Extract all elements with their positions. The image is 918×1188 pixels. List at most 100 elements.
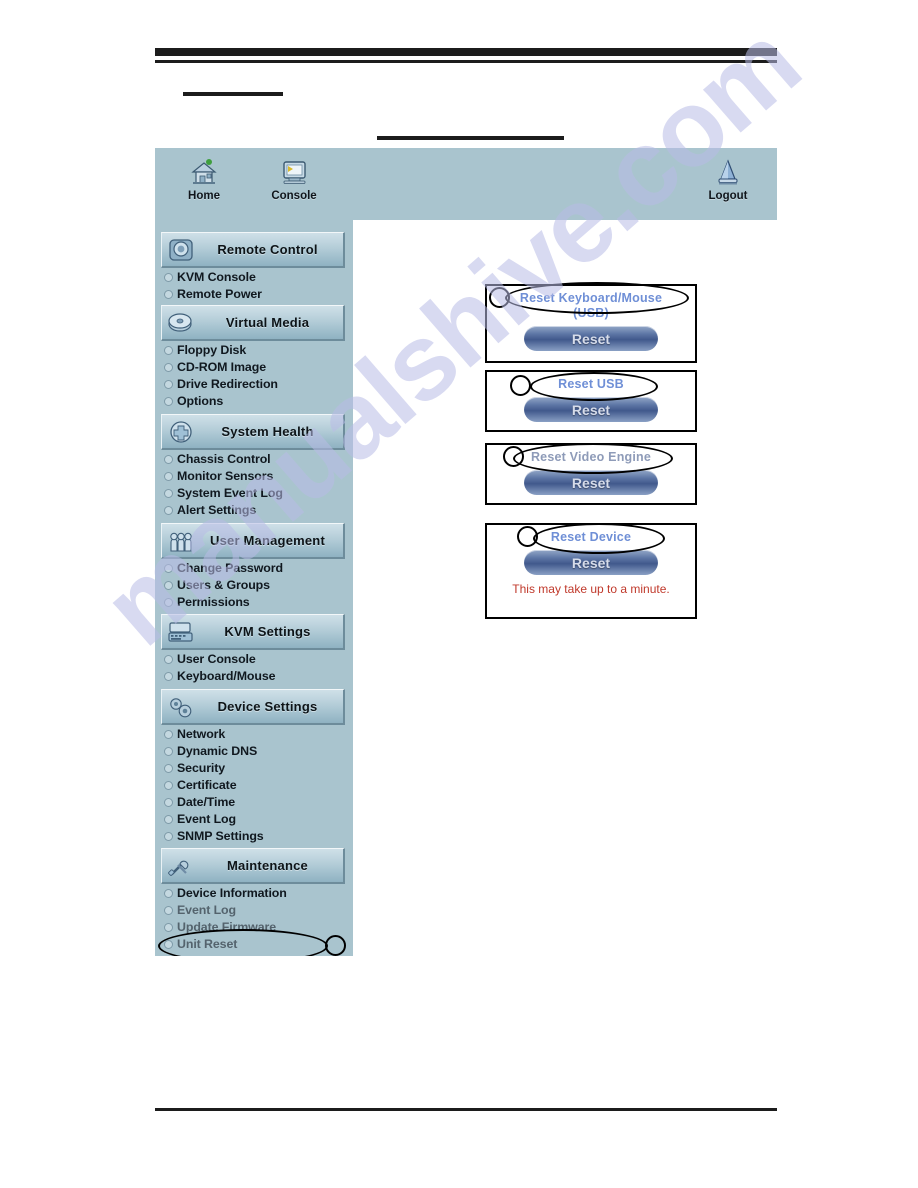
nav-header-label: Maintenance bbox=[227, 858, 308, 873]
sidebar-item-label: Update Firmware bbox=[177, 919, 277, 934]
nav-group-kvm-settings: KVM Settings User Console Keyboard/Mouse bbox=[161, 614, 345, 684]
sidebar-item-certificate[interactable]: Certificate bbox=[161, 776, 345, 793]
kvm-settings-keyboard-icon bbox=[164, 618, 198, 646]
nav-header-virtual-media[interactable]: Virtual Media bbox=[161, 305, 345, 341]
nav-header-system-health[interactable]: System Health bbox=[161, 414, 345, 450]
sidebar-item-event-log-maintenance[interactable]: Event Log bbox=[161, 901, 345, 918]
nav-header-device-settings[interactable]: Device Settings bbox=[161, 689, 345, 725]
sidebar-item-label: Permissions bbox=[177, 594, 250, 609]
sidebar-item-chassis-control[interactable]: Chassis Control bbox=[161, 450, 345, 467]
nav-header-label: Remote Control bbox=[217, 242, 318, 257]
sidebar-item-label: Alert Settings bbox=[177, 502, 257, 517]
sidebar-item-label: Date/Time bbox=[177, 794, 236, 809]
kvm-web-ui-screenshot: Home Console Logout Remote Control KVM C… bbox=[155, 148, 777, 956]
sidebar-item-user-console[interactable]: User Console bbox=[161, 650, 345, 667]
nav-group-device-settings: Device Settings Network Dynamic DNS Secu… bbox=[161, 689, 345, 844]
sidebar-item-unit-reset[interactable]: Unit Reset bbox=[161, 935, 345, 952]
sidebar-item-label: Drive Redirection bbox=[177, 376, 278, 391]
sidebar-item-security[interactable]: Security bbox=[161, 759, 345, 776]
sidebar-item-label: Dynamic DNS bbox=[177, 743, 258, 758]
maintenance-tools-icon bbox=[164, 852, 198, 880]
reset-panel-title: Reset Keyboard/Mouse (USB) bbox=[487, 286, 695, 321]
sidebar-item-date-time[interactable]: Date/Time bbox=[161, 793, 345, 810]
toolbar-label-console: Console bbox=[271, 190, 317, 202]
sidebar-item-label: Floppy Disk bbox=[177, 342, 247, 357]
reset-keyboard-mouse-button[interactable]: Reset bbox=[524, 326, 658, 351]
sidebar-item-snmp-settings[interactable]: SNMP Settings bbox=[161, 827, 345, 844]
ui-toolbar: Home Console Logout bbox=[155, 148, 777, 220]
remote-control-icon bbox=[164, 236, 198, 264]
sidebar-item-keyboard-mouse[interactable]: Keyboard/Mouse bbox=[161, 667, 345, 684]
nav-group-system-health: System Health Chassis Control Monitor Se… bbox=[161, 414, 345, 518]
sidebar-item-remote-power[interactable]: Remote Power bbox=[161, 285, 345, 302]
logout-icon bbox=[691, 154, 765, 188]
sidebar-item-label: Remote Power bbox=[177, 286, 262, 301]
sidebar-item-drive-redirection[interactable]: Drive Redirection bbox=[161, 375, 345, 392]
sidebar-item-permissions[interactable]: Permissions bbox=[161, 593, 345, 610]
nav-header-label: System Health bbox=[221, 424, 314, 439]
redacted-header-bar bbox=[155, 48, 777, 56]
nav-header-remote-control[interactable]: Remote Control bbox=[161, 232, 345, 268]
reset-video-engine-button[interactable]: Reset bbox=[524, 470, 658, 495]
reset-button-label: Reset bbox=[571, 554, 611, 571]
sidebar-item-update-firmware[interactable]: Update Firmware bbox=[161, 918, 345, 935]
callout-marker-1 bbox=[489, 287, 510, 308]
reset-button-label: Reset bbox=[571, 474, 611, 491]
reset-device-button[interactable]: Reset bbox=[524, 550, 658, 575]
nav-header-kvm-settings[interactable]: KVM Settings bbox=[161, 614, 345, 650]
toolbar-label-home: Home bbox=[188, 190, 220, 202]
reset-panel-keyboard-mouse: Reset Keyboard/Mouse (USB) Reset bbox=[485, 284, 697, 363]
callout-marker-4 bbox=[517, 526, 538, 547]
sidebar-item-kvm-console[interactable]: KVM Console bbox=[161, 268, 345, 285]
reset-panel-title-line1: Reset Keyboard/Mouse bbox=[519, 291, 663, 305]
callout-marker-2 bbox=[510, 375, 531, 396]
reset-usb-button[interactable]: Reset bbox=[524, 397, 658, 422]
sidebar-item-label: User Console bbox=[177, 651, 256, 666]
sidebar-item-label: Event Log bbox=[177, 811, 236, 826]
sidebar-item-label: SNMP Settings bbox=[177, 828, 264, 843]
sidebar-item-network[interactable]: Network bbox=[161, 725, 345, 742]
nav-header-maintenance[interactable]: Maintenance bbox=[161, 848, 345, 884]
device-settings-gears-icon bbox=[164, 693, 198, 721]
redacted-header-rule bbox=[155, 60, 777, 63]
sidebar-item-label: Network bbox=[177, 726, 226, 741]
sidebar-item-label: System Event Log bbox=[177, 485, 283, 500]
user-management-icon bbox=[164, 527, 198, 555]
toolbar-button-logout[interactable]: Logout bbox=[691, 154, 765, 202]
sidebar-item-device-information[interactable]: Device Information bbox=[161, 884, 345, 901]
nav-header-label: KVM Settings bbox=[224, 624, 311, 639]
toolbar-label-logout: Logout bbox=[708, 190, 748, 202]
sidebar-item-label: Device Information bbox=[177, 885, 287, 900]
toolbar-button-console[interactable]: Console bbox=[257, 154, 331, 202]
callout-marker-3 bbox=[503, 446, 524, 467]
sidebar-item-change-password[interactable]: Change Password bbox=[161, 559, 345, 576]
sidebar-item-label: Certificate bbox=[177, 777, 237, 792]
home-icon bbox=[167, 154, 241, 188]
toolbar-button-home[interactable]: Home bbox=[167, 154, 241, 202]
reset-panel-title-line2: (USB) bbox=[573, 306, 609, 320]
sidebar-item-dynamic-dns[interactable]: Dynamic DNS bbox=[161, 742, 345, 759]
reset-button-label: Reset bbox=[571, 401, 611, 418]
sidebar-item-label: Change Password bbox=[177, 560, 283, 575]
sidebar-item-cd-rom-image[interactable]: CD-ROM Image bbox=[161, 358, 345, 375]
sidebar-item-system-event-log[interactable]: System Event Log bbox=[161, 484, 345, 501]
sidebar-item-label: Security bbox=[177, 760, 226, 775]
sidebar-item-label: Unit Reset bbox=[177, 936, 238, 951]
nav-header-label: User Management bbox=[210, 533, 325, 548]
sidebar-item-label: Options bbox=[177, 393, 224, 408]
nav-header-user-management[interactable]: User Management bbox=[161, 523, 345, 559]
callout-marker-5 bbox=[325, 935, 346, 956]
sidebar-item-floppy-disk[interactable]: Floppy Disk bbox=[161, 341, 345, 358]
sidebar-item-label: CD-ROM Image bbox=[177, 359, 266, 374]
sidebar-item-alert-settings[interactable]: Alert Settings bbox=[161, 501, 345, 518]
console-monitor-icon bbox=[257, 154, 331, 188]
sidebar-item-label: Chassis Control bbox=[177, 451, 271, 466]
sidebar-item-users-and-groups[interactable]: Users & Groups bbox=[161, 576, 345, 593]
nav-group-maintenance: Maintenance Device Information Event Log… bbox=[161, 848, 345, 952]
reset-button-label: Reset bbox=[571, 330, 611, 347]
sidebar-item-options[interactable]: Options bbox=[161, 392, 345, 409]
footer-rule bbox=[155, 1108, 777, 1111]
nav-header-label: Virtual Media bbox=[225, 315, 310, 330]
sidebar-item-monitor-sensors[interactable]: Monitor Sensors bbox=[161, 467, 345, 484]
sidebar-item-event-log[interactable]: Event Log bbox=[161, 810, 345, 827]
